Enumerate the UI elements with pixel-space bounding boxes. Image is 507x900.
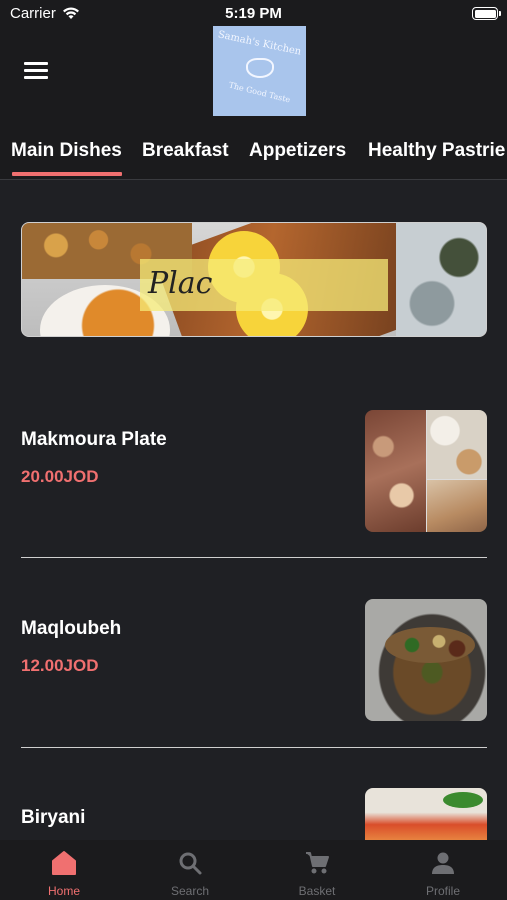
pot-icon bbox=[246, 58, 274, 78]
biryani-photo[interactable] bbox=[365, 788, 487, 840]
item-price: 20.00JOD bbox=[21, 467, 99, 486]
divider bbox=[21, 747, 487, 748]
menu-icon-bar bbox=[24, 69, 48, 72]
menu-button[interactable] bbox=[24, 62, 48, 80]
tab-appetizers[interactable]: Appetizers bbox=[249, 140, 346, 162]
search-icon bbox=[179, 852, 202, 875]
list-item[interactable]: Biryani bbox=[0, 778, 507, 840]
home-icon bbox=[52, 851, 76, 875]
tab-healthy-pastries[interactable]: Healthy Pastrie bbox=[368, 140, 505, 162]
tab-label: Profile bbox=[425, 884, 460, 898]
photo-garnish bbox=[385, 627, 475, 663]
item-name: Biryani bbox=[21, 807, 86, 828]
logo-name: Samah's Kitchen bbox=[216, 29, 303, 58]
photo-segment bbox=[427, 480, 487, 532]
makmoura-photo[interactable] bbox=[365, 410, 487, 532]
item-price: 12.00JOD bbox=[21, 656, 99, 675]
list-item[interactable]: Makmoura Plate 20.00JOD bbox=[0, 400, 507, 558]
list-item[interactable]: Maqloubeh 12.00JOD bbox=[0, 589, 507, 748]
app-header: Samah's Kitchen The Good Taste bbox=[0, 26, 507, 128]
clock: 5:19 PM bbox=[225, 5, 282, 22]
tab-profile[interactable]: Profile bbox=[380, 840, 506, 900]
tab-main-dishes[interactable]: Main Dishes bbox=[11, 140, 122, 176]
tab-label: Basket bbox=[298, 884, 336, 898]
tab-label: Search bbox=[170, 884, 210, 898]
tab-basket[interactable]: Basket bbox=[254, 840, 380, 900]
divider bbox=[21, 557, 487, 558]
maqloubeh-photo[interactable] bbox=[365, 599, 487, 721]
battery-icon bbox=[472, 7, 501, 20]
banner-leaves bbox=[396, 223, 486, 336]
app-logo: Samah's Kitchen The Good Taste bbox=[213, 26, 306, 116]
tab-search[interactable]: Search bbox=[127, 840, 253, 900]
menu-icon-bar bbox=[24, 62, 48, 65]
profile-icon bbox=[432, 852, 454, 874]
tab-label: Home bbox=[47, 884, 80, 898]
photo-garnish bbox=[443, 792, 483, 808]
promo-banner[interactable]: Plac bbox=[21, 222, 487, 337]
category-tabs: Main Dishes Breakfast Appetizers Healthy… bbox=[0, 128, 507, 180]
banner-text: Plac bbox=[148, 266, 213, 301]
cart-icon bbox=[306, 852, 329, 874]
tab-breakfast[interactable]: Breakfast bbox=[142, 140, 229, 162]
item-name: Makmoura Plate bbox=[21, 429, 167, 450]
item-name: Maqloubeh bbox=[21, 618, 122, 639]
bottom-tab-bar: Home Search Basket Profile bbox=[0, 840, 507, 900]
photo-segment bbox=[427, 410, 487, 479]
photo-segment bbox=[365, 410, 426, 532]
tab-home[interactable]: Home bbox=[1, 840, 127, 900]
menu-icon-bar bbox=[24, 76, 48, 79]
logo-tagline: The Good Taste bbox=[227, 80, 292, 105]
status-bar: Carrier 5:19 PM bbox=[0, 0, 507, 28]
